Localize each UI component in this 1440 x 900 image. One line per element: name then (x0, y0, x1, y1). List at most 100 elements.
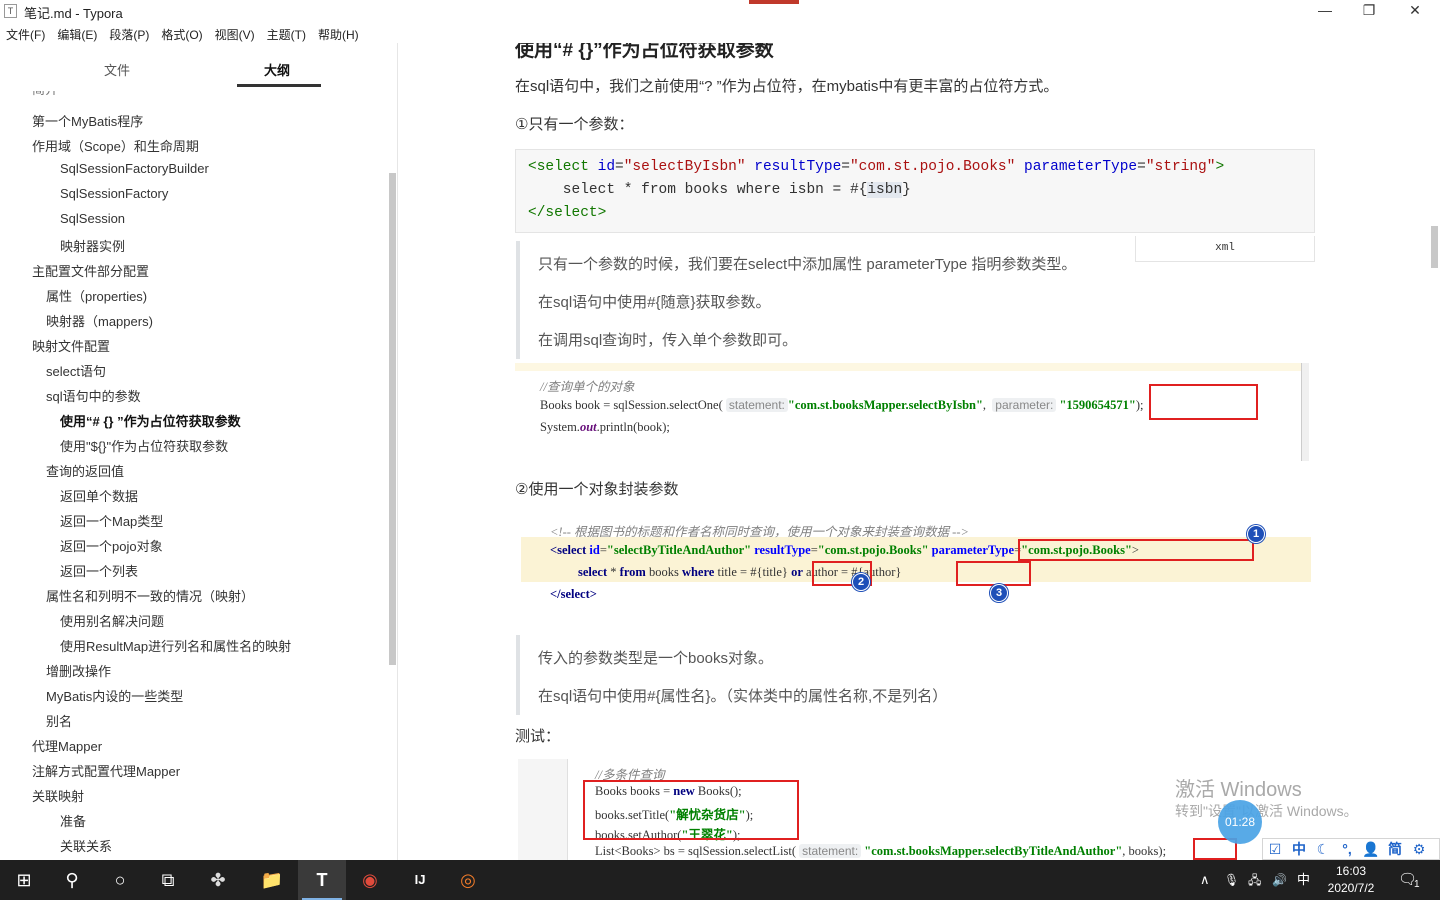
ime-moon-icon[interactable]: ☾ (1311, 839, 1335, 859)
tray-expand-icon[interactable]: ∧ (1200, 860, 1210, 900)
clock-time: 16:03 (1335, 864, 1367, 878)
intellij-icon[interactable]: IJ (396, 860, 444, 900)
microphone-icon[interactable]: 🎙 (1224, 860, 1239, 900)
ime-punctuation-icon[interactable]: °, (1335, 839, 1359, 859)
annotation-badge-3: 3 (990, 584, 1008, 602)
xml-code-block[interactable]: <select id="selectByIsbn" resultType="co… (515, 149, 1315, 233)
input-language-indicator[interactable]: 中 (1297, 860, 1310, 900)
case2-title: ②使用一个对象封装参数 (515, 481, 679, 498)
outline-item[interactable]: 返回一个pojo对象 (60, 536, 163, 555)
section-heading: 使用“# {}”作为占位符获取参数 (515, 43, 774, 61)
outline-item[interactable]: 准备 (60, 811, 86, 830)
start-icon[interactable]: ⊞ (0, 860, 48, 900)
ime-toolbar: ☑ 中 ☾ °, 👤 简 ⚙ (1262, 838, 1440, 860)
close-button[interactable]: ✕ (1392, 0, 1438, 22)
outline-item[interactable]: 作用域（Scope）和生命周期 (32, 136, 199, 155)
author-param-highlight-box (956, 561, 1031, 586)
typora-window: T 笔记.md - Typora — ❐ ✕ 文件(F) 编辑(E) 段落(P) 格式… (0, 0, 1440, 900)
test-title: 测试： (515, 728, 561, 745)
case1-title: ①只有一个参数： (515, 116, 634, 133)
search-icon[interactable]: ⚲ (48, 860, 96, 900)
editor-scrollbar[interactable] (1431, 226, 1438, 268)
outline-item[interactable]: 属性名和列明不一致的情况（映射） (46, 586, 254, 605)
menu-paragraph[interactable]: 段落(P) (103, 23, 155, 43)
annotation-badge-1: 1 (1247, 525, 1265, 543)
outline-item[interactable]: SqlSession (60, 211, 125, 226)
outline-item[interactable]: 返回一个列表 (60, 561, 138, 580)
minimize-button[interactable]: — (1302, 0, 1348, 22)
outline-item[interactable]: 主配置文件部分配置 (32, 261, 149, 280)
tab-files[interactable]: 文件 (104, 60, 130, 79)
outline-item[interactable]: MyBatis内设的一些类型 (46, 686, 183, 705)
recorder-app-icon[interactable]: ◎ (444, 860, 492, 900)
outline-item[interactable]: 使用"${}"作为占位符获取参数 (60, 436, 228, 455)
cortana-icon[interactable]: ○ (96, 860, 144, 900)
typora-taskbar-icon[interactable]: T (298, 860, 346, 900)
outline-item[interactable]: 使用别名解决问题 (60, 611, 164, 630)
blockquote-1: 只有一个参数的时候，我们要在select中添加属性 parameterType … (516, 241, 1076, 359)
menu-view[interactable]: 视图(V) (209, 23, 261, 43)
task-view-icon[interactable]: ⧉ (144, 860, 192, 900)
setup-code-highlight-box (583, 780, 799, 840)
outline-item[interactable]: 映射器（mappers) (46, 311, 153, 330)
taskbar: ⊞ ⚲ ○ ⧉ ✤ 📁 T ◉ IJ ◎ ∧ 🎙 🖧 🔊 中 16:03 202… (0, 860, 1440, 900)
outline-item[interactable]: 关联映射 (32, 786, 84, 805)
outline-item[interactable]: 使用“# {} ”作为占位符获取参数 (60, 411, 241, 430)
sidebar: 文件 大纲 简介 第一个MyBatis程序作用域（Scope）和生命周期 SqlS… (0, 43, 398, 860)
outline-item[interactable]: 属性（properties) (46, 286, 147, 305)
outline-item[interactable]: sql语句中的参数 (46, 386, 141, 405)
menu-bar: 文件(F) 编辑(E) 段落(P) 格式(O) 视图(V) 主题(T) 帮助(H) (0, 23, 1440, 43)
menu-theme[interactable]: 主题(T) (261, 23, 312, 43)
outline-item[interactable]: SqlSessionFactory (60, 186, 168, 201)
outline-item[interactable]: 映射文件配置 (32, 336, 110, 355)
chrome-icon[interactable]: ◉ (346, 860, 394, 900)
active-tab-indicator (237, 84, 321, 87)
recording-indicator (749, 0, 799, 4)
outline-item[interactable]: select语句 (46, 361, 106, 380)
outline-item[interactable]: 第一个MyBatis程序 (32, 111, 143, 130)
outline-item[interactable]: 使用ResultMap进行列名和属性名的映射 (60, 636, 291, 655)
outline-item[interactable]: 别名 (46, 711, 72, 730)
outline-item-cut[interactable]: 简介 (32, 91, 62, 97)
volume-icon[interactable]: 🔊 (1272, 860, 1287, 900)
recording-timer[interactable]: 01:28 (1218, 800, 1262, 844)
outline-item[interactable]: 增删改操作 (46, 661, 111, 680)
ime-settings-icon[interactable]: ⚙ (1407, 839, 1431, 859)
ime-user-icon[interactable]: 👤 (1359, 839, 1383, 859)
param-highlight-box (1149, 384, 1258, 420)
outline-item[interactable]: SqlSessionFactoryBuilder (60, 161, 209, 176)
ime-chinese-toggle[interactable]: 中 (1287, 839, 1311, 859)
outline-item[interactable]: 返回单个数据 (60, 486, 138, 505)
menu-format[interactable]: 格式(O) (155, 23, 208, 43)
code-language-input[interactable]: xml (1135, 236, 1315, 262)
ime-mode-icon[interactable]: ☑ (1263, 839, 1287, 859)
outline-item[interactable]: 返回一个Map类型 (60, 511, 163, 530)
title-bar: T 笔记.md - Typora — ❐ ✕ (0, 0, 1440, 22)
sidebar-footer (0, 833, 397, 860)
menu-edit[interactable]: 编辑(E) (51, 23, 103, 43)
ide-screenshot-2: <!-- 根据图书的标题和作者名称同时查询，使用一个对象来封装查询数据 --> … (518, 517, 1313, 609)
outline-item[interactable]: 代理Mapper (32, 736, 102, 755)
clock-date: 2020/7/2 (1327, 881, 1375, 895)
file-explorer-icon[interactable]: 📁 (248, 860, 296, 900)
outline-item[interactable]: 映射器实例 (60, 236, 125, 255)
annotation-badge-2: 2 (852, 573, 870, 591)
parametertype-highlight-box (1018, 539, 1254, 561)
outline-item[interactable]: 查询的返回值 (46, 461, 124, 480)
tab-outline[interactable]: 大纲 (264, 60, 290, 79)
menu-help[interactable]: 帮助(H) (312, 23, 365, 43)
taskbar-clock[interactable]: 16:03 2020/7/2 (1316, 863, 1386, 897)
outline-item[interactable]: 注解方式配置代理Mapper (32, 761, 180, 780)
intro-paragraph: 在sql语句中，我们之前使用“? ”作为占位符，在mybatis中有更丰富的占位… (515, 78, 1059, 95)
activate-windows-title: 激活 Windows (1175, 779, 1302, 801)
menu-file[interactable]: 文件(F) (0, 23, 51, 43)
ime-simplified-toggle[interactable]: 简 (1383, 839, 1407, 859)
sidebar-scrollbar[interactable] (389, 173, 396, 665)
maximize-button[interactable]: ❐ (1346, 0, 1392, 22)
app-pinwheel-icon[interactable]: ✤ (194, 860, 242, 900)
typora-app-icon: T (4, 4, 17, 18)
notification-count: 1 (1414, 879, 1420, 890)
blockquote-2: 传入的参数类型是一个books对象。 在sql语句中使用#{属性名}。（实体类中… (516, 635, 947, 715)
editor-area[interactable]: 使用“# {}”作为占位符获取参数 在sql语句中，我们之前使用“? ”作为占位… (398, 43, 1440, 860)
network-icon[interactable]: 🖧 (1248, 860, 1261, 900)
